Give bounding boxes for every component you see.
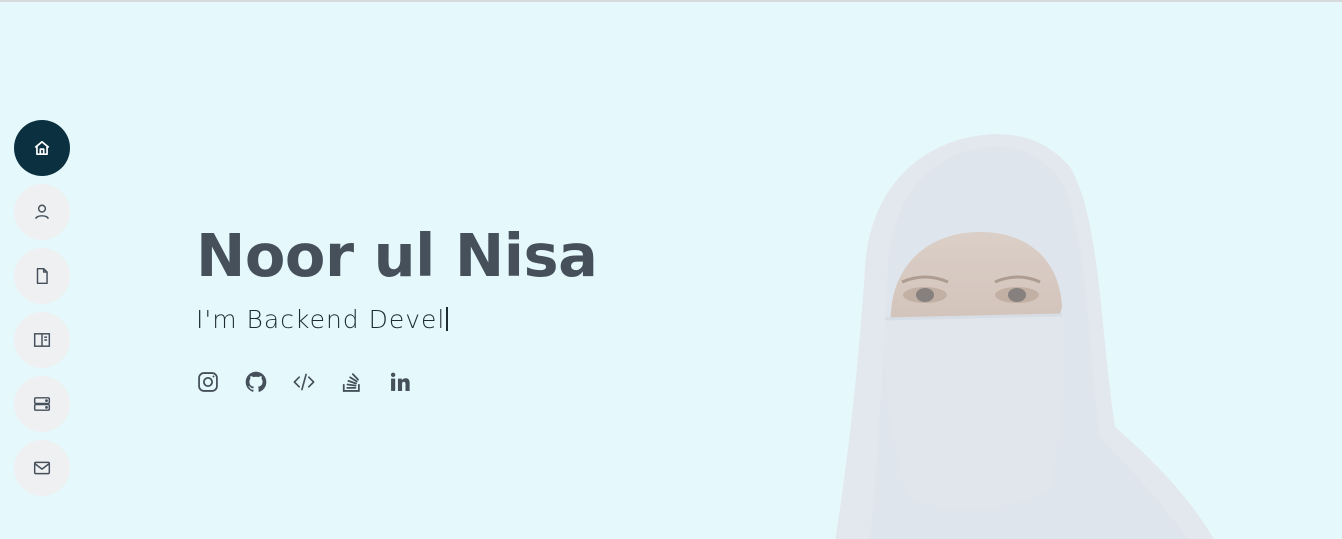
hero-name: Noor ul Nisa (196, 221, 598, 290)
nav-portfolio-button[interactable] (14, 312, 70, 368)
github-link[interactable] (244, 370, 268, 394)
typed-cursor (446, 307, 449, 331)
hero-tagline: I'm Backend Devel (196, 302, 449, 338)
profile-portrait (835, 134, 1214, 539)
envelope-icon (33, 461, 51, 475)
server-icon (33, 397, 51, 411)
house-icon (34, 140, 50, 156)
nav-home-button[interactable] (14, 120, 70, 176)
file-icon (36, 267, 48, 285)
code-slash-icon (293, 373, 315, 391)
stackoverflow-link[interactable] (340, 370, 364, 394)
linkedin-link[interactable] (388, 370, 412, 394)
code-link[interactable] (292, 370, 316, 394)
instagram-icon (198, 372, 218, 392)
hero-section: Noor ul Nisa I'm Backend Devel (0, 2, 1342, 539)
instagram-link[interactable] (196, 370, 220, 394)
github-icon (245, 371, 267, 392)
stack-overflow-icon (342, 373, 360, 392)
typed-text: I'm Backend Devel (196, 305, 446, 334)
nav-services-button[interactable] (14, 376, 70, 432)
social-links (196, 370, 412, 394)
person-icon (35, 204, 49, 220)
nav-contact-button[interactable] (14, 440, 70, 496)
side-nav (14, 120, 70, 504)
nav-about-button[interactable] (14, 184, 70, 240)
nav-resume-button[interactable] (14, 248, 70, 304)
book-open-icon (33, 333, 51, 347)
linkedin-icon (390, 372, 410, 391)
